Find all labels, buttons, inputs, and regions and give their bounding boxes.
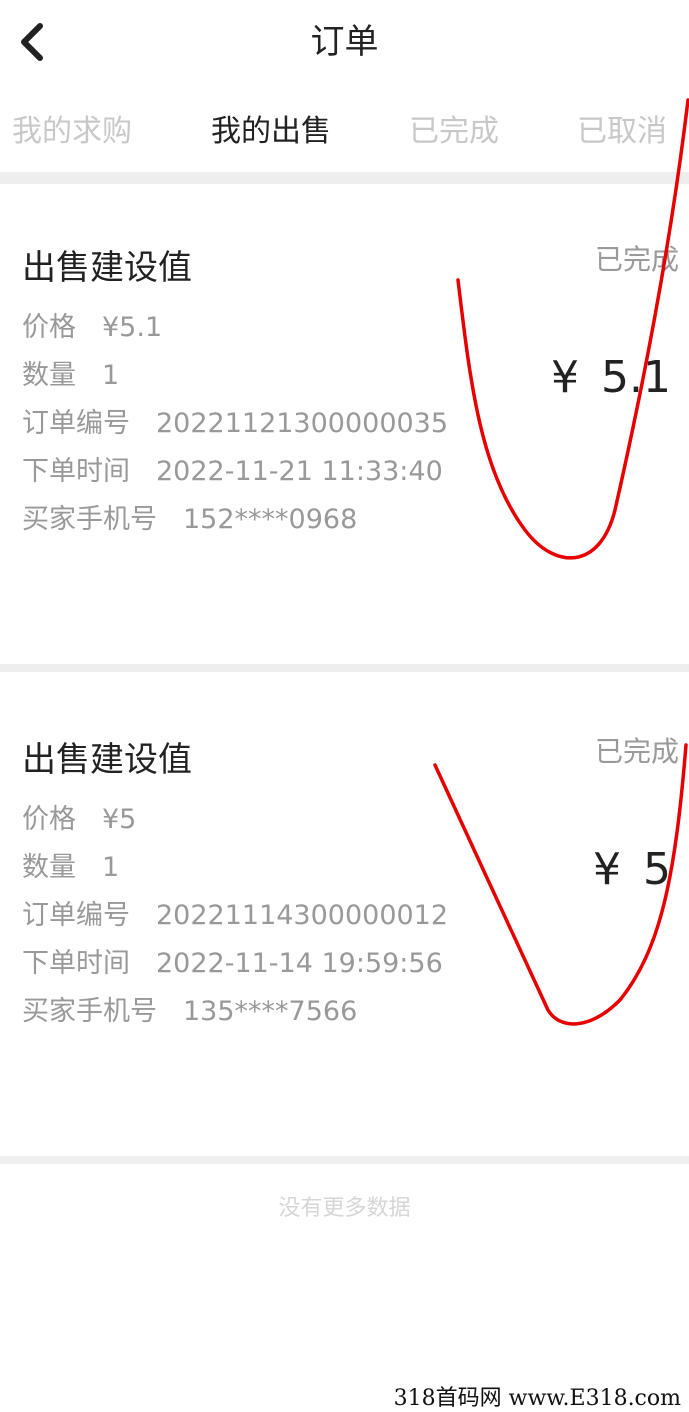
amount-value: 5.1 [601, 352, 671, 403]
tab-cancelled[interactable]: 已取消 [577, 106, 667, 150]
detail-value: 2022-11-21 11:33:40 [156, 456, 443, 487]
detail-buyer-phone: 买家手机号 135****7566 [22, 992, 448, 1040]
order-status: 已完成 [594, 735, 679, 768]
detail-order-time: 下单时间 2022-11-21 11:33:40 [22, 452, 448, 500]
detail-value: 1 [102, 852, 120, 883]
order-amount: ¥5 [593, 844, 671, 895]
detail-order-number: 订单编号 20221114300000012 [22, 896, 448, 944]
detail-value: 20221121300000035 [156, 408, 449, 439]
detail-label: 下单时间 [22, 456, 130, 487]
detail-label: 数量 [22, 852, 76, 883]
detail-label: 订单编号 [22, 900, 130, 931]
detail-order-time: 下单时间 2022-11-14 19:59:56 [22, 944, 448, 992]
order-tabs: 我的求购 我的出售 已完成 已取消 [0, 96, 689, 166]
detail-order-number: 订单编号 20221121300000035 [22, 404, 448, 452]
order-title: 出售建设值 [22, 248, 192, 288]
detail-quantity: 数量 1 [22, 848, 448, 896]
detail-value: 135****7566 [183, 996, 358, 1027]
detail-price: 价格 ¥5 [22, 800, 448, 848]
order-status: 已完成 [594, 243, 679, 276]
detail-value: 1 [102, 360, 120, 391]
detail-value: 20221114300000012 [156, 900, 449, 931]
header: 订单 [0, 0, 689, 80]
detail-buyer-phone: 买家手机号 152****0968 [22, 500, 448, 548]
order-card[interactable]: 出售建设值 已完成 ¥5 价格 ¥5 数量 1 订单编号 20221114300000… [0, 676, 689, 1164]
detail-label: 数量 [22, 360, 76, 391]
order-details: 价格 ¥5 数量 1 订单编号 20221114300000012 下单时间 2022-… [22, 800, 448, 1040]
detail-label: 价格 [22, 312, 76, 343]
order-title: 出售建设值 [22, 740, 192, 780]
order-details: 价格 ¥5.1 数量 1 订单编号 20221121300000035 下单时间 202… [22, 308, 448, 548]
detail-label: 下单时间 [22, 948, 130, 979]
currency-symbol: ¥ [551, 352, 580, 403]
tab-my-sale[interactable]: 我的出售 [211, 106, 331, 150]
currency-symbol: ¥ [593, 844, 621, 895]
tab-completed[interactable]: 已完成 [409, 106, 499, 150]
no-more-data-text: 没有更多数据 [278, 1196, 411, 1221]
divider [0, 172, 689, 184]
detail-value: ¥5 [102, 804, 137, 835]
amount-value: 5 [643, 844, 671, 895]
detail-label: 价格 [22, 804, 76, 835]
divider [0, 664, 689, 672]
detail-price: 价格 ¥5.1 [22, 308, 448, 356]
detail-value: 2022-11-14 19:59:56 [156, 948, 443, 979]
detail-quantity: 数量 1 [22, 356, 448, 404]
detail-label: 买家手机号 [22, 504, 157, 535]
order-card[interactable]: 出售建设值 已完成 ¥5.1 价格 ¥5.1 数量 1 订单编号 2022112130… [0, 184, 689, 672]
page-title: 订单 [310, 22, 379, 62]
detail-label: 订单编号 [22, 408, 130, 439]
tab-my-purchase[interactable]: 我的求购 [12, 106, 132, 150]
watermark: 318首码网 www.E318.com [393, 1386, 681, 1411]
detail-value: 152****0968 [183, 504, 358, 535]
order-amount: ¥5.1 [551, 352, 671, 403]
detail-label: 买家手机号 [22, 996, 157, 1027]
detail-value: ¥5.1 [102, 312, 163, 343]
divider [0, 1156, 689, 1164]
